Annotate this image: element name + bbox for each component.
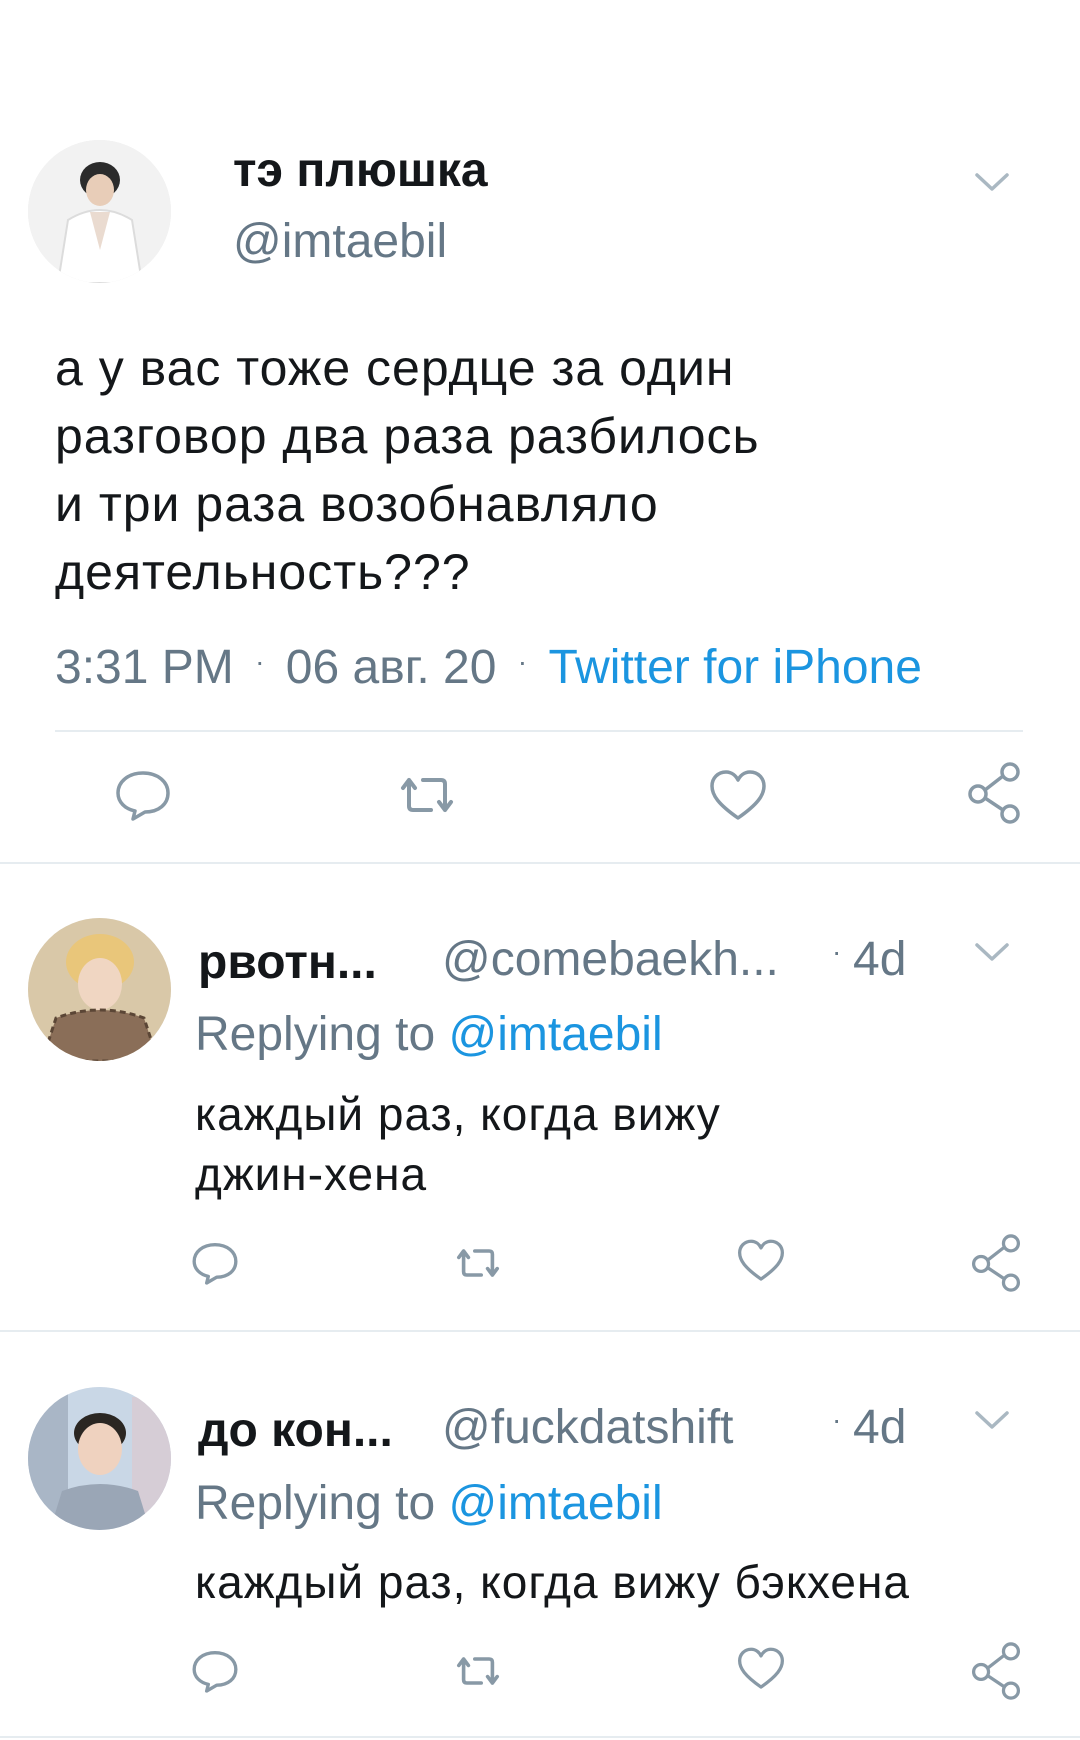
tweet-text-line: деятельность??? — [55, 544, 471, 600]
tweet-separator — [0, 1330, 1080, 1332]
main-handle[interactable]: @imtaebil — [233, 214, 447, 269]
reply-display-name[interactable]: до кон... — [198, 1403, 393, 1458]
retweet-icon[interactable] — [395, 770, 459, 820]
share-icon[interactable] — [964, 760, 1024, 826]
reply-age: 4d — [853, 1401, 907, 1454]
main-display-name[interactable]: тэ плюшка — [233, 143, 488, 198]
meta-dot: · — [832, 1404, 842, 1435]
tweet-time: 3:31 PM — [55, 641, 234, 694]
reply-icon[interactable] — [190, 1240, 240, 1286]
meta-dot: · — [255, 646, 265, 677]
share-icon[interactable] — [968, 1232, 1024, 1294]
chevron-down-icon[interactable] — [974, 172, 1010, 194]
tweet-text-line: каждый раз, когда вижу — [195, 1088, 721, 1140]
meta-dot: · — [517, 646, 528, 677]
tweet-source-link[interactable]: Twitter for iPhone — [548, 641, 922, 694]
reply-handle[interactable]: @fuckdatshift — [442, 1400, 734, 1455]
reply-text: каждый раз, когда вижу джин-хена — [195, 1084, 721, 1204]
tweet-text-line: джин-хена — [195, 1148, 428, 1200]
replying-to-handle[interactable]: @imtaebil — [448, 1477, 662, 1530]
tweet-text-line: и три раза возобнавляло — [55, 476, 659, 532]
tweet-text-line: разговор два раза разбилось — [55, 408, 760, 464]
replying-to-line: Replying to @imtaebil — [195, 1476, 663, 1531]
tweet-text-line: а у вас тоже сердце за один — [55, 340, 735, 396]
like-icon[interactable] — [708, 768, 768, 824]
tweet-separator — [0, 1736, 1080, 1738]
reply-icon[interactable] — [190, 1648, 240, 1694]
reply-age: 4d — [853, 933, 907, 986]
retweet-icon[interactable] — [452, 1651, 504, 1691]
main-tweet-text: а у вас тоже сердце за один разговор два… — [55, 334, 760, 606]
tweet-separator — [0, 862, 1080, 864]
person-photo-icon — [28, 918, 171, 1061]
chevron-down-icon[interactable] — [974, 1410, 1010, 1432]
meta-dot: · — [832, 936, 842, 967]
meta-divider — [55, 730, 1023, 732]
like-icon[interactable] — [736, 1646, 786, 1692]
tweet-text-line: каждый раз, когда вижу бэкхена — [195, 1556, 910, 1608]
tweet-date: 06 авг. 20 — [285, 641, 497, 694]
reply-display-name[interactable]: рвотн... — [198, 935, 377, 990]
person-photo-icon — [28, 1387, 171, 1530]
retweet-icon[interactable] — [452, 1243, 504, 1283]
replying-to-label: Replying to — [195, 1008, 436, 1061]
replying-to-label: Replying to — [195, 1477, 436, 1530]
reply-icon[interactable] — [113, 768, 173, 822]
tweet-meta: 3:31 PM · 06 авг. 20 · Twitter for iPhon… — [55, 640, 922, 695]
like-icon[interactable] — [736, 1238, 786, 1284]
reply-text: каждый раз, когда вижу бэкхена — [195, 1552, 910, 1612]
reply-avatar[interactable] — [28, 918, 171, 1061]
main-avatar[interactable] — [28, 140, 171, 283]
chevron-down-icon[interactable] — [974, 942, 1010, 964]
reply-handle[interactable]: @comebaekh... — [442, 932, 779, 987]
share-icon[interactable] — [968, 1640, 1024, 1702]
replying-to-handle[interactable]: @imtaebil — [448, 1008, 662, 1061]
reply-avatar[interactable] — [28, 1387, 171, 1530]
replying-to-line: Replying to @imtaebil — [195, 1007, 663, 1062]
person-photo-icon — [28, 140, 171, 283]
